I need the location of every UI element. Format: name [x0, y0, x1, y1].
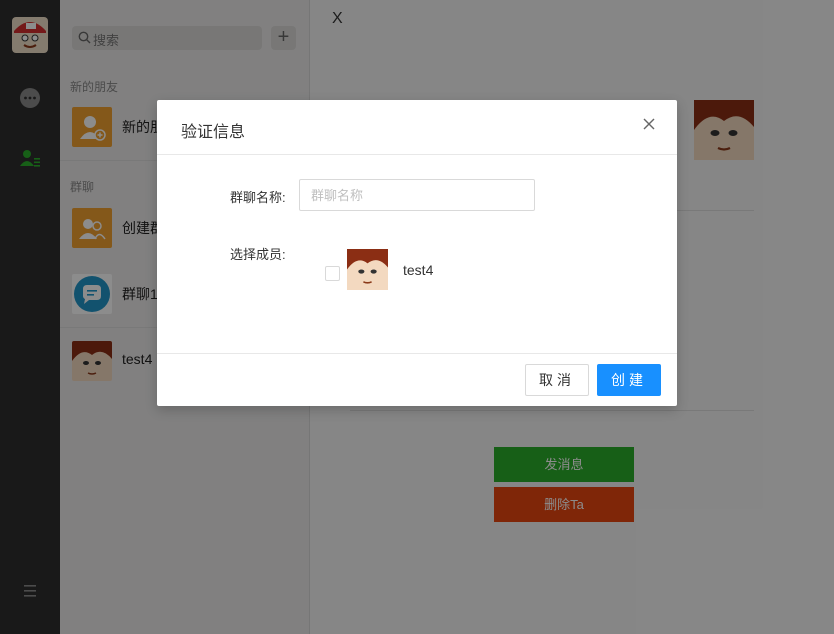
dialog-header: 验证信息: [157, 100, 677, 155]
member-name: test4: [403, 262, 434, 278]
cancel-button[interactable]: 取消: [525, 364, 589, 396]
close-icon[interactable]: [641, 116, 657, 132]
create-group-dialog: 验证信息 群聊名称: 选择成员: test4 取消 创建: [157, 100, 677, 406]
member-avatar: [347, 249, 388, 290]
group-name-label: 群聊名称:: [230, 190, 286, 205]
members-label: 选择成员:: [230, 247, 286, 262]
member-checkbox[interactable]: [325, 266, 340, 281]
dialog-title: 验证信息: [181, 124, 246, 141]
group-name-input[interactable]: [299, 179, 535, 211]
dialog-footer: 取消 创建: [157, 353, 677, 406]
create-button[interactable]: 创建: [597, 364, 661, 396]
